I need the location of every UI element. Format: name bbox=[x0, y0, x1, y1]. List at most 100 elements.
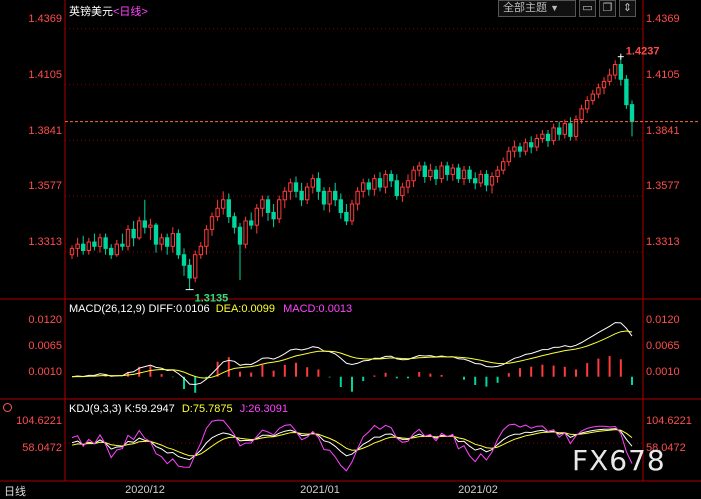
candle-body bbox=[198, 245, 203, 256]
candle-body bbox=[551, 127, 556, 142]
candle-body bbox=[534, 137, 539, 148]
candle-body bbox=[215, 207, 220, 218]
candle-body bbox=[226, 199, 231, 218]
candle-body bbox=[181, 254, 187, 266]
candle-body bbox=[265, 199, 271, 213]
candle-body bbox=[288, 182, 293, 192]
panel-toggle-icon[interactable] bbox=[3, 403, 12, 412]
candle-body bbox=[372, 178, 377, 190]
candle-body bbox=[153, 224, 159, 245]
candle-body bbox=[327, 190, 332, 205]
candle-body bbox=[333, 190, 338, 201]
candle-body bbox=[243, 220, 248, 245]
candle-body bbox=[495, 169, 500, 178]
macd-dea-line bbox=[71, 330, 633, 379]
candle-body bbox=[148, 224, 153, 228]
kdj-k-line bbox=[71, 428, 633, 461]
candle-body bbox=[204, 228, 209, 247]
candle-body bbox=[568, 123, 573, 137]
candle-body bbox=[69, 247, 75, 256]
candle-body bbox=[540, 133, 545, 139]
chart-canvas[interactable]: 1.4237 1.3135 bbox=[0, 0, 701, 497]
candle-body bbox=[618, 64, 623, 80]
candle-body bbox=[170, 233, 175, 247]
candle-body bbox=[585, 99, 590, 110]
candle-body bbox=[159, 237, 164, 245]
candle-body bbox=[433, 169, 439, 180]
candle-body bbox=[125, 228, 131, 247]
candle-body bbox=[489, 176, 495, 186]
candle-body bbox=[629, 104, 635, 123]
kdj-j-line bbox=[71, 419, 633, 472]
candle-body bbox=[316, 178, 321, 192]
candle-body bbox=[473, 178, 478, 184]
candle-body bbox=[601, 80, 607, 89]
candle-body bbox=[529, 142, 534, 148]
candle-body bbox=[361, 182, 366, 192]
candle-body bbox=[310, 178, 315, 188]
candle-body bbox=[114, 243, 119, 256]
candle-body bbox=[81, 243, 86, 251]
candle-body bbox=[445, 165, 450, 175]
candle-body bbox=[501, 161, 506, 171]
candle-body bbox=[176, 233, 181, 256]
high-price-label: 1.4237 bbox=[626, 46, 660, 58]
candle-body bbox=[86, 241, 91, 252]
candle-body bbox=[338, 199, 343, 213]
kdj-d-line bbox=[71, 429, 633, 457]
candle-body bbox=[349, 203, 355, 222]
low-price-label: 1.3135 bbox=[195, 293, 229, 305]
candle-body bbox=[394, 180, 399, 197]
candle-body bbox=[366, 182, 371, 190]
candle-body bbox=[400, 186, 405, 197]
candle-body bbox=[221, 199, 226, 209]
candle-body bbox=[405, 180, 411, 188]
candle-body bbox=[103, 237, 108, 249]
candle-body bbox=[209, 216, 215, 230]
candle-body bbox=[607, 74, 612, 82]
candle-body bbox=[131, 228, 136, 239]
candle-body bbox=[277, 199, 282, 220]
candle-body bbox=[590, 93, 595, 101]
candle-body bbox=[142, 220, 147, 228]
candle-body bbox=[355, 190, 360, 205]
candle-body bbox=[422, 165, 427, 178]
candle-body bbox=[321, 190, 327, 205]
candle-body bbox=[579, 108, 584, 120]
candle-body bbox=[254, 207, 259, 226]
candle-body bbox=[383, 173, 388, 188]
candle-body bbox=[484, 173, 489, 186]
candle-body bbox=[377, 178, 383, 188]
macd-diff-line bbox=[71, 322, 633, 386]
candle-body bbox=[439, 165, 444, 180]
candle-body bbox=[596, 87, 601, 95]
candle-body bbox=[517, 146, 523, 152]
candle-body bbox=[613, 64, 618, 76]
candle-body bbox=[271, 211, 276, 220]
candle-body bbox=[305, 186, 310, 201]
candle-body bbox=[249, 220, 254, 226]
candle-body bbox=[193, 254, 198, 279]
candle-body bbox=[467, 169, 472, 180]
candle-body bbox=[523, 142, 528, 152]
candle-body bbox=[512, 146, 517, 152]
candle-body bbox=[137, 220, 142, 239]
candle-body bbox=[411, 169, 416, 182]
candle-body bbox=[260, 199, 265, 209]
candle-body bbox=[461, 169, 467, 180]
candle-body bbox=[344, 211, 349, 222]
candle-body bbox=[506, 150, 511, 163]
candle-body bbox=[428, 169, 433, 178]
candle-body bbox=[557, 127, 562, 135]
candle-body bbox=[299, 190, 304, 201]
x-axis-tick: 2020/12 bbox=[125, 484, 165, 496]
candle-body bbox=[624, 78, 629, 106]
candle-body bbox=[545, 133, 551, 142]
candle-body bbox=[75, 243, 80, 249]
watermark-logo: FX678 bbox=[572, 444, 666, 477]
candle-body bbox=[120, 243, 125, 247]
candle-body bbox=[562, 123, 567, 135]
x-axis-tick: 2021/01 bbox=[300, 484, 340, 496]
candle-body bbox=[92, 241, 97, 247]
candle-body bbox=[389, 173, 394, 182]
